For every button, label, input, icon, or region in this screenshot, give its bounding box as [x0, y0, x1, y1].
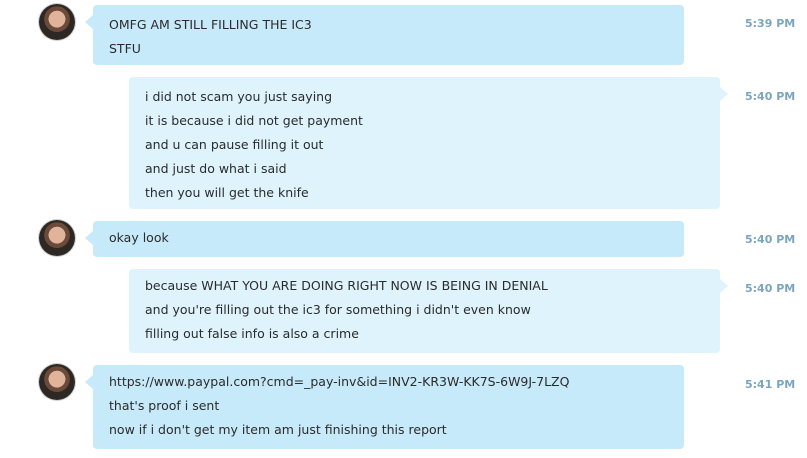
message-line: now if i don't get my item am just finis…	[109, 422, 447, 437]
message-timestamp: 5:40 PM	[745, 90, 796, 103]
message-line: that's proof i sent	[109, 398, 220, 413]
message-timestamp: 5:41 PM	[745, 378, 796, 391]
message-line: filling out false info is also a crime	[145, 326, 359, 341]
message-bubble-incoming: okay look	[85, 221, 684, 257]
message-bubble-incoming: https://www.paypal.com?cmd=_pay-inv&id=I…	[85, 365, 684, 449]
message-timestamp: 5:39 PM	[745, 17, 796, 30]
message-bubble-incoming: OMFG AM STILL FILLING THE IC3 STFU	[85, 5, 684, 65]
message-bubble-outgoing: because WHAT YOU ARE DOING RIGHT NOW IS …	[129, 269, 728, 353]
message-timestamp: 5:40 PM	[745, 282, 796, 295]
message-line: and u can pause filling it out	[145, 137, 324, 152]
message-line: OMFG AM STILL FILLING THE IC3	[109, 17, 312, 32]
message-timestamp: 5:40 PM	[745, 233, 796, 246]
message-line: it is because i did not get payment	[145, 113, 363, 128]
contact-avatar[interactable]	[39, 364, 75, 400]
message-line: STFU	[109, 41, 141, 56]
message-line: okay look	[109, 230, 169, 245]
message-line: because WHAT YOU ARE DOING RIGHT NOW IS …	[145, 278, 548, 293]
message-line: i did not scam you just saying	[145, 89, 333, 104]
message-bubble-outgoing: i did not scam you just saying it is bec…	[129, 77, 728, 209]
message-line: and you're filling out the ic3 for somet…	[145, 302, 531, 317]
message-link[interactable]: https://www.paypal.com?cmd=_pay-inv&id=I…	[109, 370, 668, 394]
contact-avatar[interactable]	[39, 220, 75, 256]
message-line: then you will get the knife	[145, 185, 309, 200]
contact-avatar[interactable]	[39, 4, 75, 40]
message-line: and just do what i said	[145, 161, 287, 176]
